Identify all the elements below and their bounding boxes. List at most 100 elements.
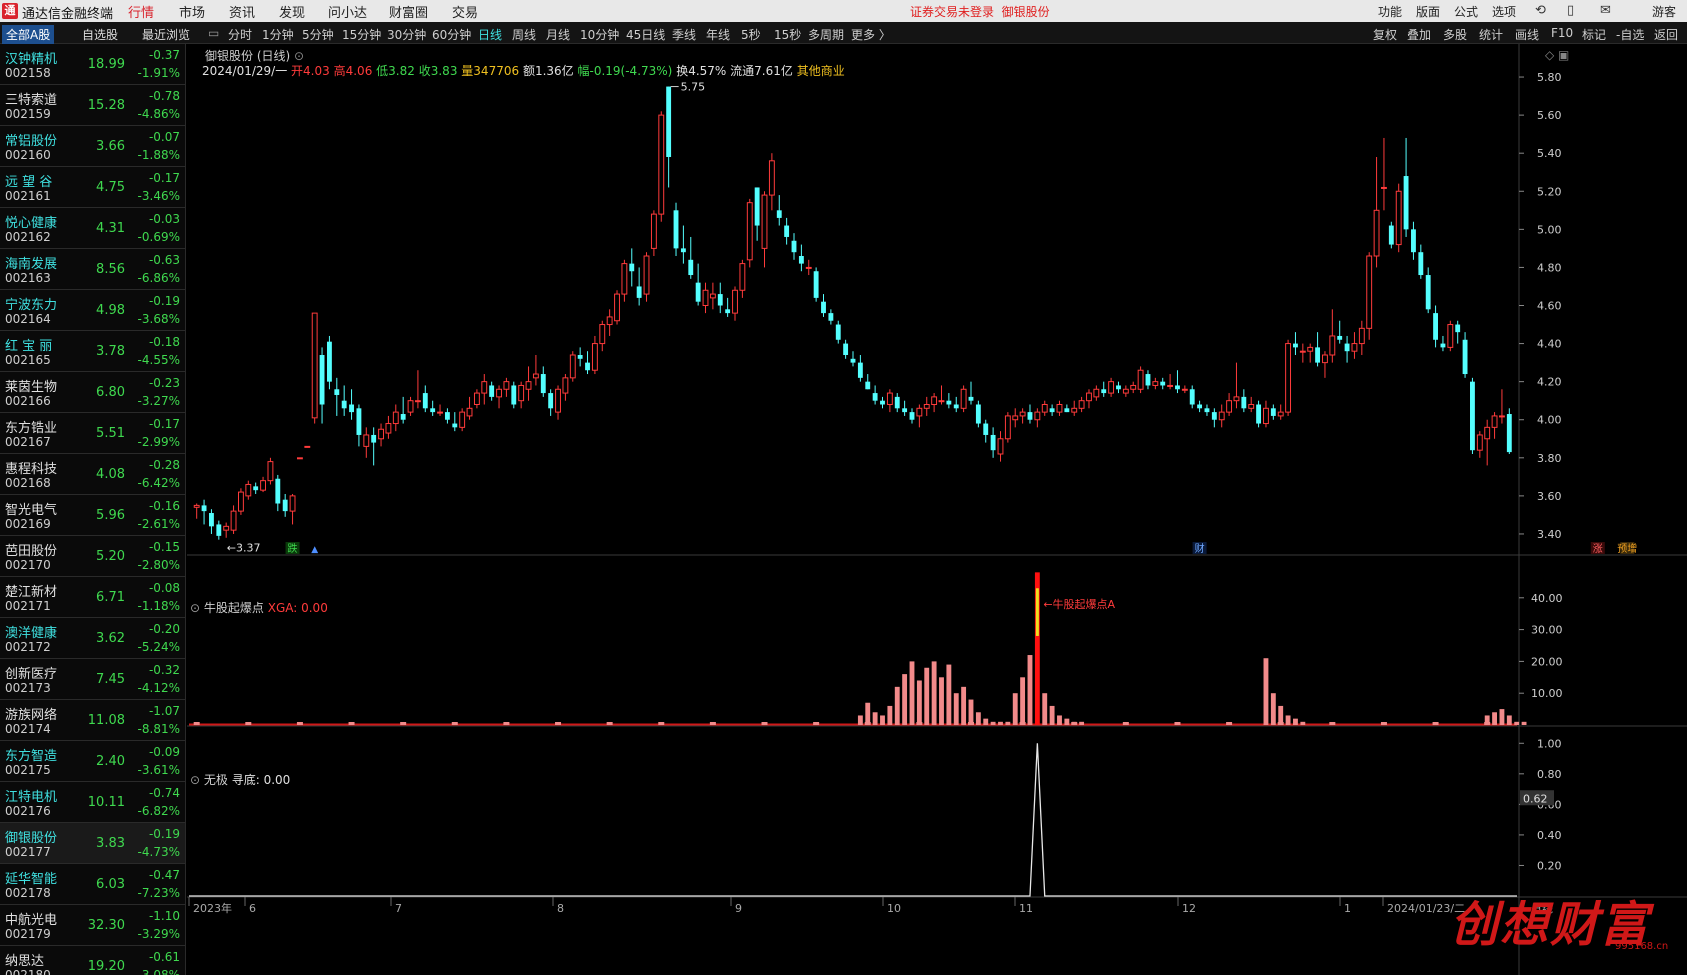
stock-row[interactable]: 东方智造 002175 2.40 -0.09 -3.61% bbox=[0, 741, 185, 782]
period-weekly[interactable]: 周线 bbox=[512, 26, 536, 43]
stock-row[interactable]: 宁波东力 002164 4.98 -0.19 -3.68% bbox=[0, 290, 185, 331]
stock-row[interactable]: 创新医疗 002173 7.45 -0.32 -4.12% bbox=[0, 659, 185, 700]
phone-icon[interactable]: ▯ bbox=[1567, 3, 1574, 18]
collapse-icon[interactable]: ▭ bbox=[208, 26, 219, 40]
stock-row[interactable]: 延华智能 002178 6.03 -0.47 -7.23% bbox=[0, 864, 185, 905]
stock-row[interactable]: 悦心健康 002162 4.31 -0.03 -0.69% bbox=[0, 208, 185, 249]
stock-row[interactable]: 智光电气 002169 5.96 -0.16 -2.61% bbox=[0, 495, 185, 536]
period-quarterly[interactable]: 季线 bbox=[672, 26, 696, 43]
panel-controls-icon[interactable]: ◇ ▣ bbox=[1545, 48, 1569, 62]
menu-xuanxiang[interactable]: 选项 bbox=[1492, 3, 1516, 20]
kline-chart-svg[interactable]: 3.40 3.60 3.80 4.00 4.20 4.40 4.60 4.80 5.00 5.20… bbox=[187, 44, 1687, 975]
period-45day[interactable]: 45日线 bbox=[626, 26, 665, 43]
stock-row[interactable]: 莱茵生物 002166 6.80 -0.23 -3.27% bbox=[0, 372, 185, 413]
stock-row[interactable]: 三特索道 002159 15.28 -0.78 -4.86% bbox=[0, 85, 185, 126]
menu-gongneng[interactable]: 功能 bbox=[1378, 3, 1402, 20]
stock-row[interactable]: 惠程科技 002168 4.08 -0.28 -6.42% bbox=[0, 454, 185, 495]
stock-row[interactable]: 汉钟精机 002158 18.99 -0.37 -1.91% bbox=[0, 44, 185, 85]
stock-row[interactable]: 澳洋健康 002172 3.62 -0.20 -5.24% bbox=[0, 618, 185, 659]
menu-caifuquan[interactable]: 财富圈 bbox=[389, 2, 428, 21]
tool-overlay[interactable]: 叠加 bbox=[1407, 26, 1431, 43]
period-1min[interactable]: 1分钟 bbox=[262, 26, 294, 43]
candle-body bbox=[599, 324, 606, 345]
candle-body bbox=[1167, 384, 1174, 387]
refresh-icon[interactable]: ⟲ bbox=[1535, 3, 1546, 18]
tab-all-a-shares[interactable]: 全部A股 bbox=[2, 25, 55, 44]
stock-price: 19.20 bbox=[87, 959, 125, 974]
menu-hangqing[interactable]: 行情 bbox=[128, 2, 154, 21]
stock-row[interactable]: 远 望 谷 002161 4.75 -0.17 -3.46% bbox=[0, 167, 185, 208]
stock-row[interactable]: 御银股份 002177 3.83 -0.19 -4.73% bbox=[0, 823, 185, 864]
stock-change: -0.23 bbox=[148, 376, 180, 390]
user-label[interactable]: 游客 bbox=[1652, 3, 1676, 20]
period-15sec[interactable]: 15秒 bbox=[774, 26, 801, 43]
candle-body bbox=[1189, 389, 1195, 405]
tool-fuquan[interactable]: 复权 bbox=[1373, 26, 1397, 43]
menu-shichang[interactable]: 市场 bbox=[179, 2, 205, 21]
period-60min[interactable]: 60分钟 bbox=[432, 26, 471, 43]
period-daily[interactable]: 日线 bbox=[478, 26, 502, 43]
period-30min[interactable]: 30分钟 bbox=[387, 26, 426, 43]
candle-body bbox=[1351, 343, 1358, 352]
candle-body bbox=[768, 160, 775, 196]
candle-body bbox=[923, 404, 930, 409]
candle-body bbox=[1425, 275, 1431, 310]
tool-remove-watchlist[interactable]: -自选 bbox=[1616, 26, 1644, 43]
period-5min[interactable]: 5分钟 bbox=[302, 26, 334, 43]
period-yearly[interactable]: 年线 bbox=[706, 26, 730, 43]
period-fenshi[interactable]: 分时 bbox=[228, 26, 252, 43]
stock-row[interactable]: 东方锆业 002167 5.51 -0.17 -2.99% bbox=[0, 413, 185, 454]
stock-row[interactable]: 楚江新材 002171 6.71 -0.08 -1.18% bbox=[0, 577, 185, 618]
tab-recent[interactable]: 最近浏览 bbox=[138, 25, 194, 44]
x-axis-label: 6 bbox=[249, 902, 256, 915]
tool-statistics[interactable]: 统计 bbox=[1479, 26, 1503, 43]
candle-body bbox=[798, 256, 804, 264]
stock-name: 江特电机 bbox=[5, 790, 58, 805]
stock-change: -0.16 bbox=[148, 499, 180, 513]
tool-draw[interactable]: 画线 bbox=[1515, 26, 1539, 43]
stock-code: 002162 bbox=[5, 230, 51, 244]
period-5sec[interactable]: 5秒 bbox=[741, 26, 761, 43]
mail-icon[interactable]: ✉ bbox=[1600, 3, 1611, 18]
chart-area[interactable]: 3.40 3.60 3.80 4.00 4.20 4.40 4.60 4.80 5.00 5.20… bbox=[187, 44, 1687, 975]
stock-change-pct: -3.27% bbox=[137, 394, 180, 408]
candle-body bbox=[1344, 343, 1350, 352]
stock-row[interactable]: 红 宝 丽 002165 3.78 -0.18 -4.55% bbox=[0, 331, 185, 372]
menu-wenxiaoda[interactable]: 问小达 bbox=[328, 2, 367, 21]
candle-body bbox=[1395, 190, 1402, 246]
period-15min[interactable]: 15分钟 bbox=[342, 26, 381, 43]
tool-back[interactable]: 返回 bbox=[1654, 26, 1678, 43]
menu-zixun[interactable]: 资讯 bbox=[229, 2, 255, 21]
stock-row[interactable]: 常铝股份 002160 3.66 -0.07 -1.88% bbox=[0, 126, 185, 167]
period-10min[interactable]: 10分钟 bbox=[580, 26, 619, 43]
stock-price: 4.75 bbox=[96, 180, 125, 195]
tool-mark[interactable]: 标记 bbox=[1582, 26, 1606, 43]
period-monthly[interactable]: 月线 bbox=[546, 26, 570, 43]
candle-body bbox=[946, 400, 952, 405]
tool-multi-stock[interactable]: 多股 bbox=[1443, 26, 1467, 43]
login-notice[interactable]: 证券交易未登录 御银股份 bbox=[910, 3, 1050, 20]
candle-body bbox=[1093, 388, 1100, 398]
tab-watchlist[interactable]: 自选股 bbox=[78, 25, 122, 44]
period-multi[interactable]: 多周期 bbox=[808, 26, 844, 43]
tool-f10[interactable]: F10 bbox=[1551, 26, 1573, 40]
menu-gongshi[interactable]: 公式 bbox=[1454, 3, 1478, 20]
y-tick-label: 5.20 bbox=[1537, 185, 1562, 198]
stock-row[interactable]: 海南发展 002163 8.56 -0.63 -6.86% bbox=[0, 249, 185, 290]
menu-banmian[interactable]: 版面 bbox=[1416, 3, 1440, 20]
candle-body bbox=[650, 213, 657, 249]
stock-change-pct: -7.23% bbox=[137, 886, 180, 900]
stock-row[interactable]: 游族网络 002174 11.08 -1.07 -8.81% bbox=[0, 700, 185, 741]
candle-body bbox=[688, 259, 694, 276]
stock-row[interactable]: 芭田股份 002170 5.20 -0.15 -2.80% bbox=[0, 536, 185, 577]
stock-row[interactable]: 纳思达 002180 19.20 -0.61 -3.08% bbox=[0, 946, 185, 975]
menu-faxian[interactable]: 发现 bbox=[279, 2, 305, 21]
period-more[interactable]: 更多 〉 bbox=[851, 26, 891, 43]
candle-body bbox=[1263, 407, 1269, 425]
menu-jiaoyi[interactable]: 交易 bbox=[452, 2, 478, 21]
stock-row[interactable]: 江特电机 002176 10.11 -0.74 -6.82% bbox=[0, 782, 185, 823]
y-tick-label: 3.80 bbox=[1537, 452, 1562, 465]
candle-body bbox=[784, 225, 790, 237]
candle-body bbox=[363, 434, 370, 447]
stock-row[interactable]: 中航光电 002179 32.30 -1.10 -3.29% bbox=[0, 905, 185, 946]
